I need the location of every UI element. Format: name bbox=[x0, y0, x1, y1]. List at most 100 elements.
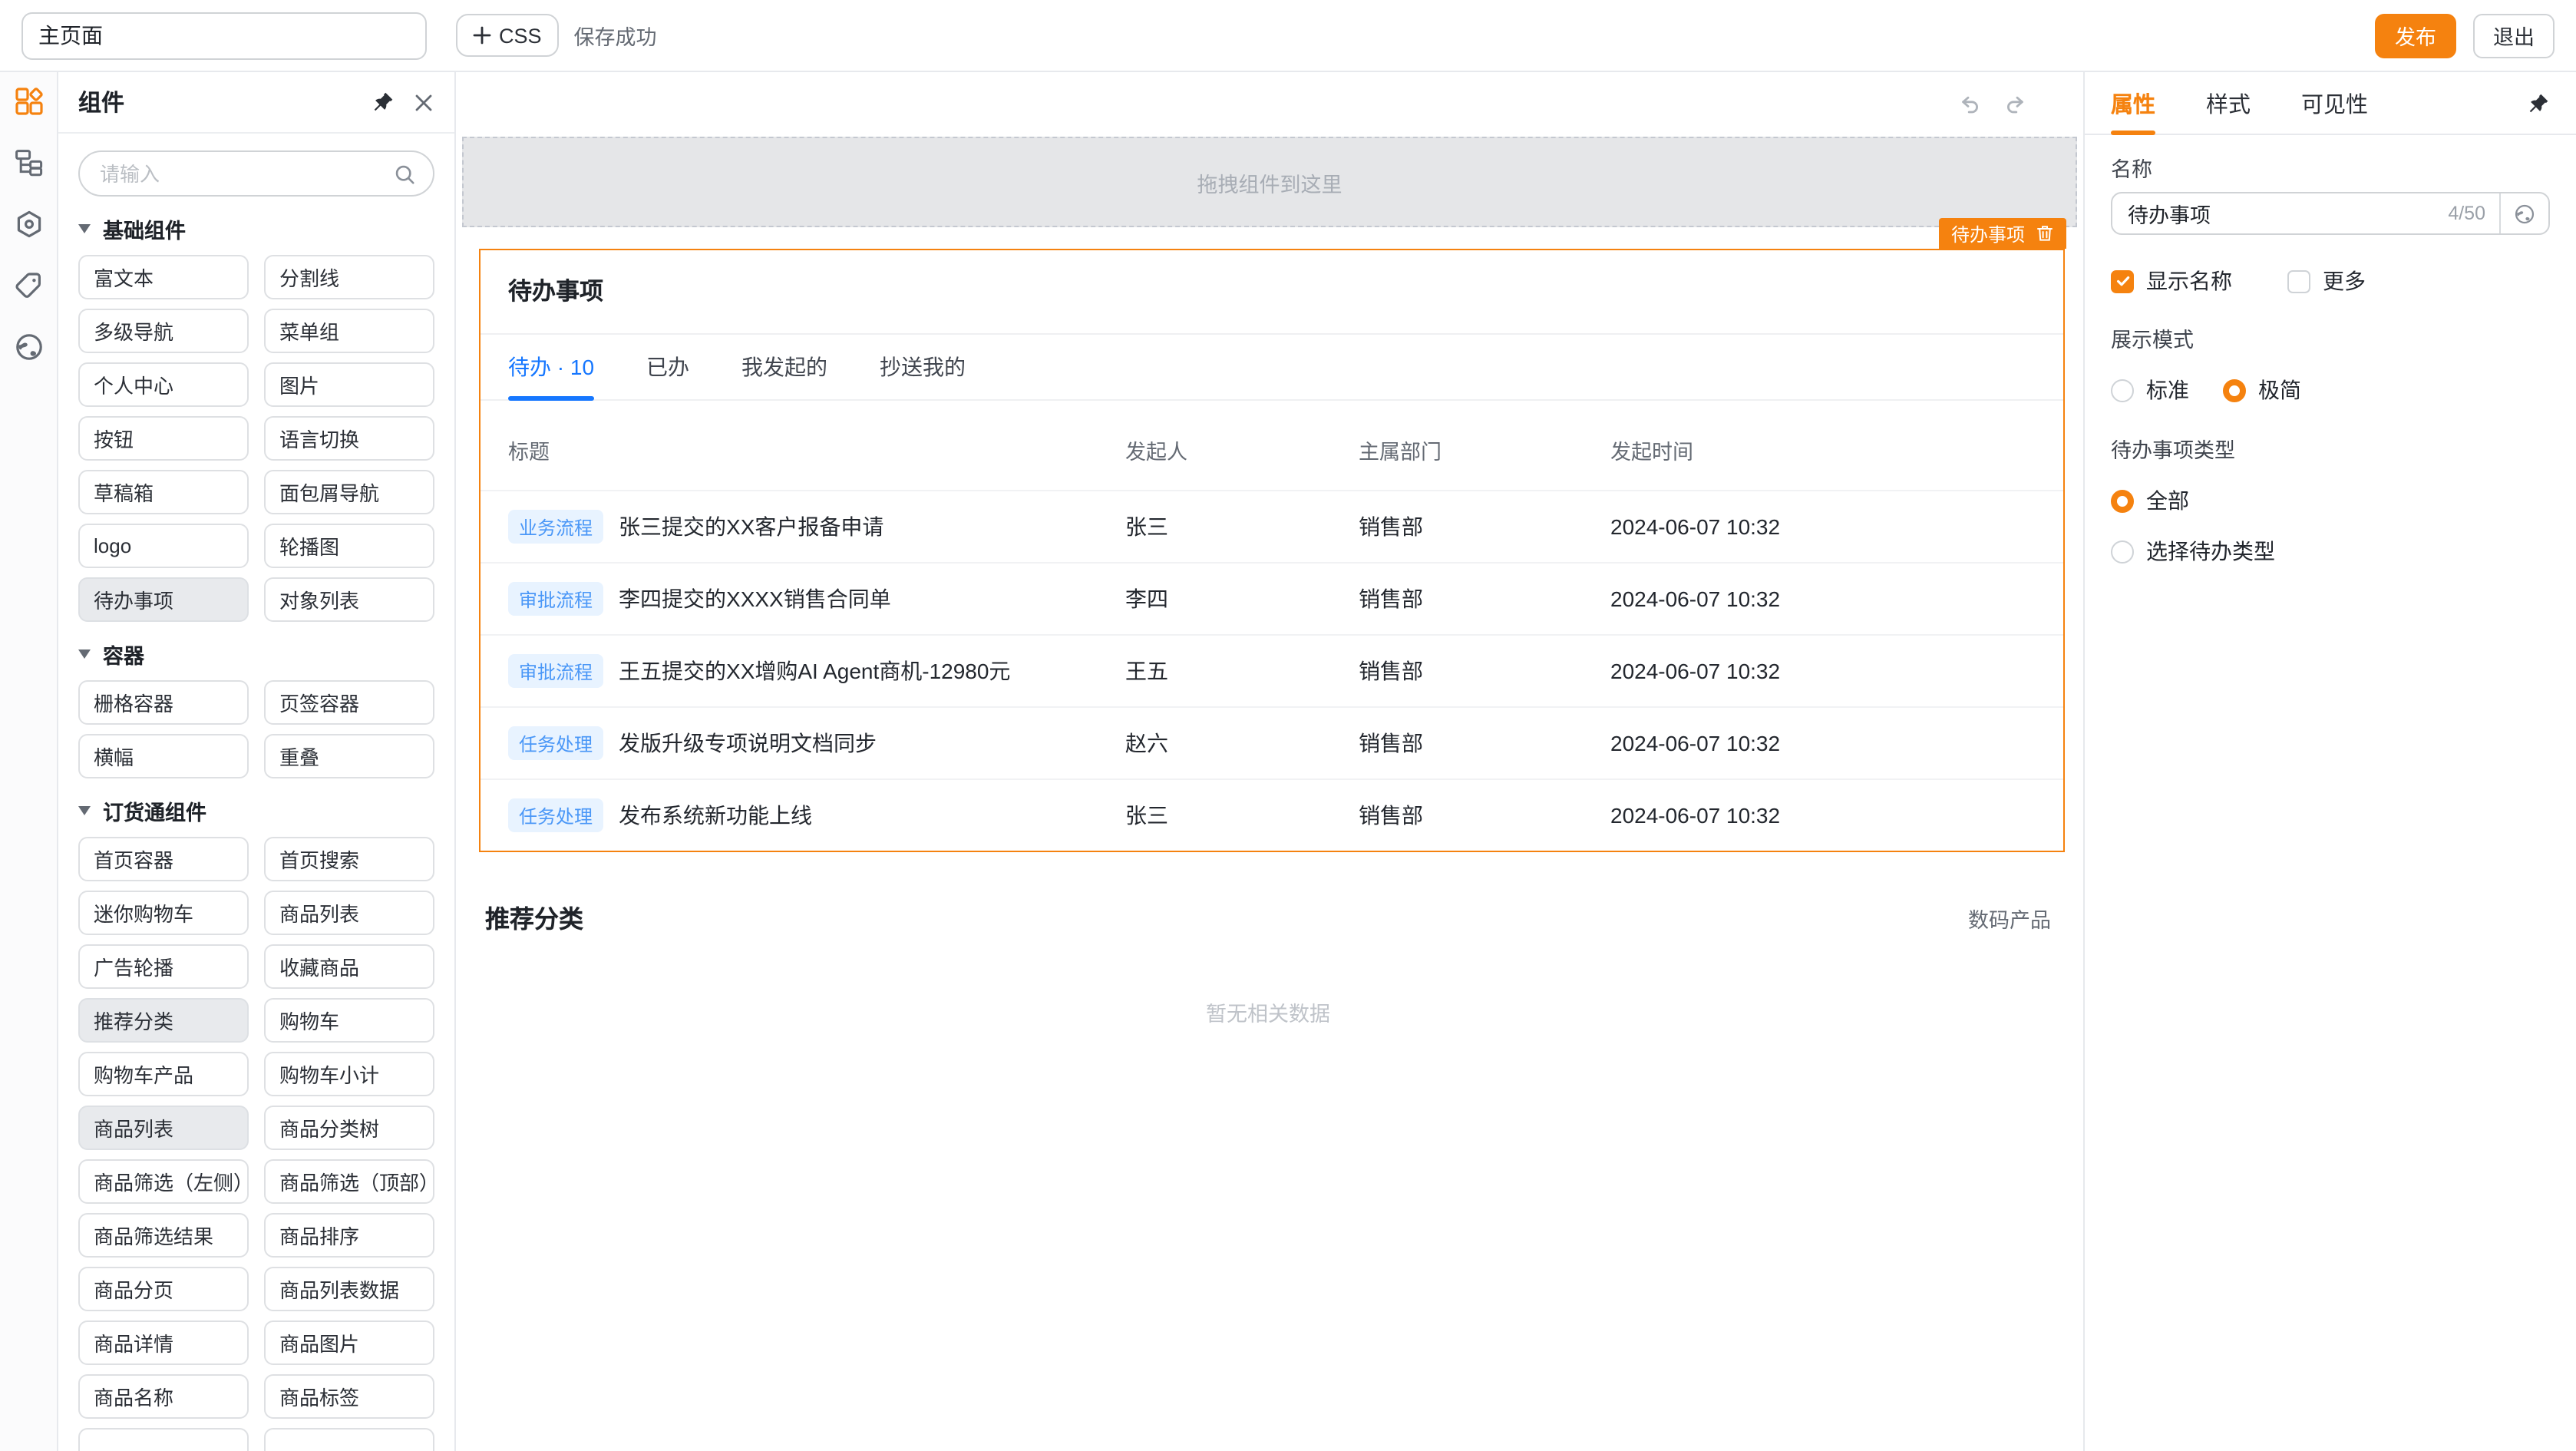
component-item[interactable]: 图片 bbox=[264, 362, 434, 407]
display-mode-options: 标准 极简 bbox=[2111, 375, 2550, 405]
component-item[interactable] bbox=[78, 1428, 249, 1451]
component-item[interactable]: 语言切换 bbox=[264, 416, 434, 461]
component-item[interactable]: 迷你购物车 bbox=[78, 891, 249, 935]
component-item[interactable]: 重叠 bbox=[264, 734, 434, 778]
delete-icon[interactable] bbox=[2036, 224, 2054, 243]
i18n-globe-icon[interactable] bbox=[2501, 202, 2548, 225]
exit-button[interactable]: 退出 bbox=[2473, 13, 2555, 58]
tree-outline-icon[interactable] bbox=[13, 147, 44, 178]
component-item[interactable]: 商品名称 bbox=[78, 1374, 249, 1419]
component-item[interactable]: 商品分类树 bbox=[264, 1106, 434, 1150]
todo-row[interactable]: 任务处理发版升级专项说明文档同步赵六销售部2024-06-07 10:32 bbox=[481, 706, 2063, 778]
component-item[interactable]: 商品筛选（顶部） bbox=[264, 1159, 434, 1204]
component-item[interactable]: 首页搜索 bbox=[264, 837, 434, 881]
column-header: 标题 bbox=[508, 435, 1125, 465]
component-item[interactable]: 购物车 bbox=[264, 998, 434, 1043]
section-header[interactable]: 基础组件 bbox=[78, 215, 434, 243]
checkbox-option[interactable]: 显示名称 bbox=[2111, 266, 2232, 296]
todo-tab[interactable]: 已办 bbox=[646, 335, 689, 399]
pin-icon[interactable] bbox=[2527, 72, 2550, 134]
radio-option[interactable]: 极简 bbox=[2223, 375, 2301, 405]
component-item[interactable]: 购物车产品 bbox=[78, 1052, 249, 1096]
redo-icon[interactable] bbox=[2003, 92, 2028, 117]
panel-tab[interactable]: 可见性 bbox=[2301, 72, 2368, 134]
todo-list-component[interactable]: 待办事项 待办 · 10已办我发起的抄送我的 标题发起人主属部门发起时间 业务流… bbox=[479, 249, 2065, 852]
radio-option[interactable]: 全部 bbox=[2111, 485, 2550, 516]
section-header[interactable]: 容器 bbox=[78, 640, 434, 668]
component-item[interactable]: 商品详情 bbox=[78, 1320, 249, 1365]
component-item[interactable]: 首页容器 bbox=[78, 837, 249, 881]
component-item[interactable]: 草稿箱 bbox=[78, 470, 249, 514]
todo-row-initiator: 张三 bbox=[1125, 800, 1359, 831]
component-item[interactable]: 商品列表 bbox=[264, 891, 434, 935]
component-item[interactable]: 待办事项 bbox=[78, 577, 249, 622]
component-grid: 首页容器首页搜索迷你购物车商品列表广告轮播收藏商品推荐分类购物车购物车产品购物车… bbox=[78, 837, 434, 1419]
todo-row[interactable]: 业务流程张三提交的XX客户报备申请张三销售部2024-06-07 10:32 bbox=[481, 490, 2063, 562]
todo-row[interactable]: 审批流程王五提交的XX增购AI Agent商机-12980元王五销售部2024-… bbox=[481, 634, 2063, 706]
component-item[interactable]: 商品图片 bbox=[264, 1320, 434, 1365]
component-item[interactable] bbox=[264, 1428, 434, 1451]
checkbox-option[interactable]: 更多 bbox=[2287, 266, 2366, 296]
component-item[interactable]: 页签容器 bbox=[264, 680, 434, 725]
component-item[interactable]: 菜单组 bbox=[264, 309, 434, 353]
component-item[interactable]: 多级导航 bbox=[78, 309, 249, 353]
component-item[interactable]: 商品列表 bbox=[78, 1106, 249, 1150]
todo-tab[interactable]: 待办 · 10 bbox=[508, 335, 594, 399]
panel-tab[interactable]: 属性 bbox=[2111, 72, 2155, 134]
radio-option[interactable]: 标准 bbox=[2111, 375, 2189, 405]
publish-button[interactable]: 发布 bbox=[2375, 13, 2456, 58]
component-item[interactable]: 个人中心 bbox=[78, 362, 249, 407]
component-item[interactable]: 商品列表数据 bbox=[264, 1267, 434, 1311]
component-item[interactable]: 按钮 bbox=[78, 416, 249, 461]
name-input[interactable] bbox=[2112, 202, 2448, 225]
component-item[interactable]: 商品排序 bbox=[264, 1213, 434, 1258]
recommend-corner-label[interactable]: 数码产品 bbox=[1968, 903, 2051, 934]
component-item[interactable]: 推荐分类 bbox=[78, 998, 249, 1043]
component-item[interactable]: 广告轮播 bbox=[78, 944, 249, 989]
pin-icon[interactable] bbox=[372, 91, 395, 114]
component-item[interactable]: 商品筛选结果 bbox=[78, 1213, 249, 1258]
tag-icon[interactable] bbox=[13, 270, 44, 301]
component-item[interactable]: 面包屑导航 bbox=[264, 470, 434, 514]
components-icon[interactable] bbox=[13, 86, 44, 117]
component-item[interactable]: 商品标签 bbox=[264, 1374, 434, 1419]
section-header[interactable]: 订货通组件 bbox=[78, 797, 434, 825]
add-css-button[interactable]: CSS bbox=[456, 14, 559, 57]
todo-row-initiator: 王五 bbox=[1125, 656, 1359, 686]
component-item[interactable]: 收藏商品 bbox=[264, 944, 434, 989]
globe-icon[interactable] bbox=[13, 332, 44, 362]
close-icon[interactable] bbox=[413, 91, 434, 113]
column-header: 主属部门 bbox=[1359, 435, 1610, 465]
todo-tabs: 待办 · 10 已办我发起的抄送我的 bbox=[481, 335, 2063, 401]
drop-zone[interactable]: 拖拽组件到这里 bbox=[462, 137, 2077, 227]
settings-hexagon-icon[interactable] bbox=[13, 209, 44, 240]
component-item[interactable]: logo bbox=[78, 524, 249, 568]
css-button-label: CSS bbox=[499, 24, 542, 47]
todo-row-title: 发版升级专项说明文档同步 bbox=[619, 728, 877, 759]
radio-option[interactable]: 选择待办类型 bbox=[2111, 536, 2550, 567]
panel-tab[interactable]: 样式 bbox=[2206, 72, 2251, 134]
todo-row[interactable]: 任务处理发布系统新功能上线张三销售部2024-06-07 10:32 bbox=[481, 778, 2063, 851]
component-item[interactable]: 轮播图 bbox=[264, 524, 434, 568]
component-item[interactable]: 富文本 bbox=[78, 255, 249, 299]
todo-row-title: 王五提交的XX增购AI Agent商机-12980元 bbox=[619, 656, 1010, 686]
radio-label: 选择待办类型 bbox=[2146, 536, 2275, 567]
todo-tab[interactable]: 抄送我的 bbox=[880, 335, 966, 399]
char-counter: 4/50 bbox=[2448, 203, 2485, 224]
component-item[interactable]: 横幅 bbox=[78, 734, 249, 778]
page-title-input[interactable] bbox=[21, 12, 427, 59]
component-item[interactable]: 对象列表 bbox=[264, 577, 434, 622]
component-item[interactable]: 栅格容器 bbox=[78, 680, 249, 725]
todo-row[interactable]: 审批流程李四提交的XXXX销售合同单李四销售部2024-06-07 10:32 bbox=[481, 562, 2063, 634]
search-icon[interactable] bbox=[393, 162, 416, 185]
component-item[interactable]: 商品分页 bbox=[78, 1267, 249, 1311]
component-item[interactable]: 购物车小计 bbox=[264, 1052, 434, 1096]
component-item[interactable]: 商品筛选（左侧） bbox=[78, 1159, 249, 1204]
search-input[interactable] bbox=[97, 160, 381, 187]
todo-row-title: 发布系统新功能上线 bbox=[619, 800, 812, 831]
todo-tab[interactable]: 我发起的 bbox=[741, 335, 827, 399]
section-label: 基础组件 bbox=[103, 213, 186, 244]
undo-icon[interactable] bbox=[1957, 92, 1982, 117]
name-field-label: 名称 bbox=[2111, 157, 2550, 184]
component-item[interactable]: 分割线 bbox=[264, 255, 434, 299]
